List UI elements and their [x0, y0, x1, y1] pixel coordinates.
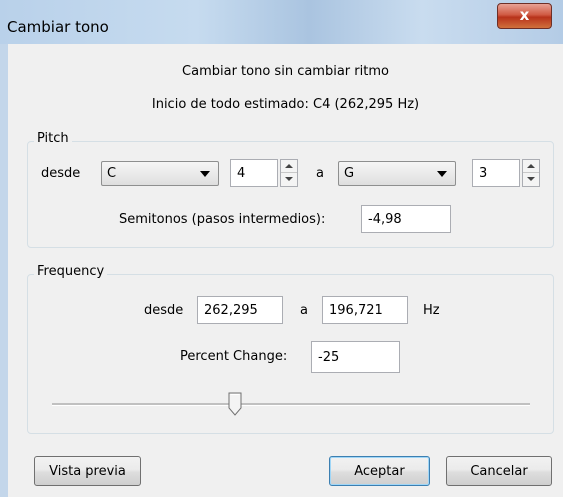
- ok-button[interactable]: Aceptar: [329, 456, 430, 486]
- frequency-to-input[interactable]: [323, 297, 407, 323]
- dropdown-arrow-icon: [437, 171, 447, 177]
- pitch-to-octave-input[interactable]: [473, 160, 519, 186]
- pitch-group-label: Pitch: [34, 131, 72, 146]
- frequency-from-field[interactable]: [197, 296, 283, 324]
- pitch-from-label: desde: [41, 166, 81, 181]
- pitch-from-octave-input[interactable]: [231, 160, 277, 186]
- pitch-to-label: a: [316, 166, 324, 181]
- spin-up-icon[interactable]: [281, 160, 297, 173]
- percent-change-slider[interactable]: [52, 403, 530, 406]
- dialog-window: Cambiar tono x Cambiar tono sin cambiar …: [0, 0, 563, 497]
- pitch-to-octave-spinner[interactable]: [522, 159, 540, 187]
- pitch-to-note-value: G: [344, 166, 355, 181]
- semitones-field[interactable]: [361, 205, 451, 233]
- estimated-start-text: Inicio de todo estimado: C4 (262,295 Hz): [151, 97, 420, 112]
- preview-button[interactable]: Vista previa: [34, 456, 141, 486]
- spin-up-icon[interactable]: [523, 160, 539, 173]
- pitch-from-octave-spinner[interactable]: [280, 159, 298, 187]
- close-button[interactable]: x: [497, 3, 552, 29]
- frequency-to-field[interactable]: [322, 296, 408, 324]
- close-icon: x: [519, 6, 530, 24]
- pitch-from-note-select[interactable]: C: [101, 161, 219, 186]
- cancel-button[interactable]: Cancelar: [446, 456, 552, 486]
- pitch-from-note-value: C: [107, 166, 117, 181]
- pitch-group: [27, 141, 554, 248]
- frequency-group: [27, 274, 554, 434]
- frequency-from-input[interactable]: [198, 297, 282, 323]
- slider-thumb[interactable]: [228, 392, 242, 416]
- title-bar[interactable]: Cambiar tono x: [0, 0, 563, 45]
- frequency-from-label: desde: [144, 303, 184, 318]
- percent-change-field[interactable]: [311, 341, 400, 373]
- percent-change-input[interactable]: [312, 342, 399, 372]
- pitch-to-note-select[interactable]: G: [338, 161, 456, 186]
- dialog-subtitle: Cambiar tono sin cambiar ritmo: [182, 64, 389, 79]
- percent-change-label: Percent Change:: [180, 349, 288, 364]
- semitones-input[interactable]: [362, 206, 450, 232]
- spin-down-icon[interactable]: [523, 173, 539, 186]
- window-title: Cambiar tono: [7, 18, 109, 36]
- pitch-to-octave-field[interactable]: [472, 159, 520, 187]
- frequency-unit: Hz: [423, 303, 440, 318]
- frequency-to-label: a: [300, 303, 308, 318]
- frequency-group-label: Frequency: [34, 264, 108, 279]
- semitones-label: Semitonos (pasos intermedios):: [119, 212, 326, 227]
- spin-down-icon[interactable]: [281, 173, 297, 186]
- window-border: [0, 44, 8, 497]
- pitch-from-octave-field[interactable]: [230, 159, 278, 187]
- dropdown-arrow-icon: [200, 171, 210, 177]
